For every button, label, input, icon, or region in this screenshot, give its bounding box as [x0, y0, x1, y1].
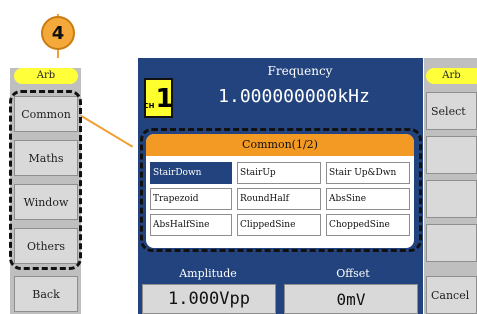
softkey-cancel[interactable]: Cancel — [426, 276, 477, 314]
channel-number: 1 — [155, 84, 174, 114]
softkey-blank-2[interactable] — [426, 136, 477, 174]
frequency-label: Frequency — [267, 64, 333, 78]
amplitude-label: Amplitude — [179, 267, 237, 280]
left-mode-label: Arb — [14, 68, 78, 84]
callout-leader-line — [78, 114, 134, 148]
callout-badge: 4 — [41, 16, 75, 50]
softkey-blank-3[interactable] — [426, 180, 477, 218]
softkey-back[interactable]: Back — [14, 276, 78, 312]
channel-badge: CH 1 — [143, 78, 174, 118]
highlight-frame-menu — [140, 128, 422, 252]
right-mode-label: Arb — [426, 68, 477, 84]
offset-value[interactable]: 0mV — [284, 284, 418, 314]
amplitude-value[interactable]: 1.000Vpp — [142, 284, 276, 314]
channel-prefix: CH — [143, 102, 155, 110]
frequency-value: 1.000000000kHz — [218, 86, 370, 107]
softkey-select[interactable]: Select — [426, 92, 477, 130]
highlight-frame-left — [9, 90, 82, 270]
offset-label: Offset — [336, 267, 370, 280]
softkey-blank-4[interactable] — [426, 224, 477, 262]
